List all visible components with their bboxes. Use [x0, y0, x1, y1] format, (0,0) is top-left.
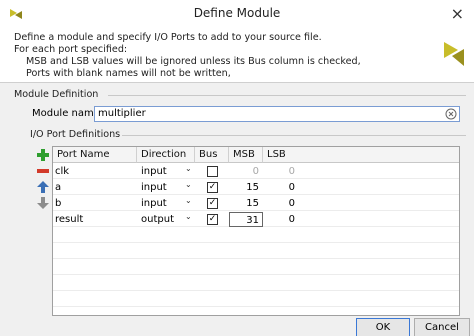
description-line: MSB and LSB values will be ignored unles… [26, 56, 361, 67]
lsb-cell[interactable]: 0 [267, 180, 295, 195]
port-name-cell[interactable]: clk [55, 164, 69, 179]
lsb-cell[interactable]: 0 [267, 212, 295, 227]
section-divider [122, 135, 466, 136]
module-definition-label: Module Definition [14, 89, 99, 100]
remove-port-icon[interactable] [36, 164, 50, 178]
table-row[interactable]: a input ⌄ ✓ 15 0 [53, 180, 459, 195]
cancel-button[interactable]: Cancel [414, 318, 470, 336]
msb-cell[interactable]: 0 [231, 164, 259, 179]
port-name-cell[interactable]: a [55, 180, 61, 195]
column-header-bus[interactable]: Bus [195, 147, 229, 163]
title-bar: Define Module × [0, 0, 474, 28]
move-up-icon[interactable] [36, 180, 50, 194]
direction-cell[interactable]: input [141, 180, 167, 195]
chevron-down-icon[interactable]: ⌄ [185, 212, 192, 221]
msb-cell[interactable]: 15 [231, 196, 259, 211]
module-name-input[interactable]: multiplier [94, 106, 460, 122]
table-row[interactable] [53, 276, 459, 291]
column-header-msb[interactable]: MSB [229, 147, 263, 163]
column-header-lsb[interactable]: LSB [263, 147, 459, 163]
bus-checkbox[interactable]: ✓ [207, 182, 218, 193]
column-header-direction[interactable]: Direction [137, 147, 195, 163]
direction-cell[interactable]: output [141, 212, 174, 227]
msb-editor[interactable]: 31 [229, 212, 263, 227]
module-name-value: multiplier [98, 108, 146, 119]
ports-table: Port Name Direction Bus MSB LSB clk inpu… [52, 146, 460, 316]
vendor-logo-icon [444, 42, 464, 66]
chevron-down-icon[interactable]: ⌄ [185, 164, 192, 173]
move-down-icon [37, 197, 49, 209]
table-row[interactable] [53, 292, 459, 307]
description-panel: Define a module and specify I/O Ports to… [0, 28, 474, 83]
bus-checkbox[interactable]: ✓ [207, 198, 218, 209]
direction-cell[interactable]: input [141, 164, 167, 179]
port-name-cell[interactable]: b [55, 196, 61, 211]
ok-button[interactable]: OK [356, 318, 410, 336]
chevron-down-icon[interactable]: ⌄ [185, 180, 192, 189]
chevron-down-icon[interactable]: ⌄ [185, 196, 192, 205]
bus-checkbox[interactable] [207, 166, 218, 177]
table-row[interactable] [53, 244, 459, 259]
description-line: Define a module and specify I/O Ports to… [14, 32, 322, 43]
description-line: Ports with blank names will not be writt… [26, 68, 231, 79]
table-row[interactable] [53, 260, 459, 275]
port-toolbar [36, 146, 52, 316]
direction-cell[interactable]: input [141, 196, 167, 211]
table-row[interactable]: clk input ⌄ 0 0 [53, 164, 459, 179]
module-name-label: Module name: [32, 108, 104, 119]
lsb-cell[interactable]: 0 [267, 196, 295, 211]
lsb-cell[interactable]: 0 [267, 164, 295, 179]
window-title: Define Module [193, 6, 281, 20]
io-ports-label: I/O Port Definitions [30, 129, 121, 140]
table-row[interactable] [53, 228, 459, 243]
section-divider [108, 95, 466, 96]
clear-icon[interactable] [445, 108, 457, 120]
description-line: For each port specified: [14, 44, 128, 55]
bus-checkbox[interactable]: ✓ [207, 214, 218, 225]
column-header-port-name[interactable]: Port Name [53, 147, 137, 163]
msb-cell[interactable]: 15 [231, 180, 259, 195]
table-row[interactable]: result output ⌄ ✓ 31 0 [53, 212, 459, 227]
table-row[interactable]: b input ⌄ ✓ 15 0 [53, 196, 459, 211]
close-button[interactable]: × [451, 4, 464, 23]
add-port-icon[interactable] [36, 148, 50, 162]
port-name-cell[interactable]: result [55, 212, 83, 227]
